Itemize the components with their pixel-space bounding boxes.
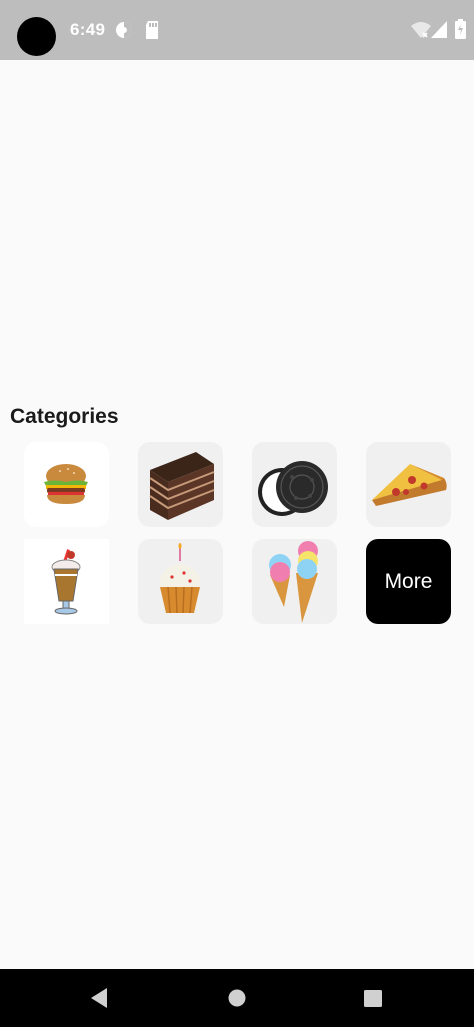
categories-title: Categories [10,405,119,428]
more-categories-button[interactable]: More [366,539,451,624]
milkshake-icon [51,549,81,615]
category-cupcake[interactable] [138,539,223,624]
data-saver-icon [114,20,134,45]
cupcake-icon [159,543,201,614]
wifi-icon [411,21,431,44]
recents-icon[interactable] [364,990,382,1012]
category-cookie[interactable] [252,442,337,527]
cookie-icon [258,461,328,516]
burger-icon [44,464,88,504]
signal-icon [431,21,447,43]
category-cake[interactable] [138,442,223,527]
pizza-slice-icon [372,464,447,506]
navigation-bar [0,969,474,1027]
more-label: More [384,569,433,593]
category-ice-cream[interactable] [252,539,337,624]
category-milkshake[interactable] [24,539,109,624]
clock-time: 6:49 [70,20,106,39]
sd-card-icon [144,20,160,45]
home-icon[interactable] [228,989,246,1012]
category-burger[interactable] [24,442,109,527]
ice-cream-icon [269,541,318,623]
back-icon[interactable] [89,987,109,1014]
category-pizza[interactable] [366,442,451,527]
cake-slice-icon [149,452,215,520]
status-bar: 6:49 [0,0,474,60]
camera-dot [17,17,56,56]
battery-icon [455,19,466,44]
